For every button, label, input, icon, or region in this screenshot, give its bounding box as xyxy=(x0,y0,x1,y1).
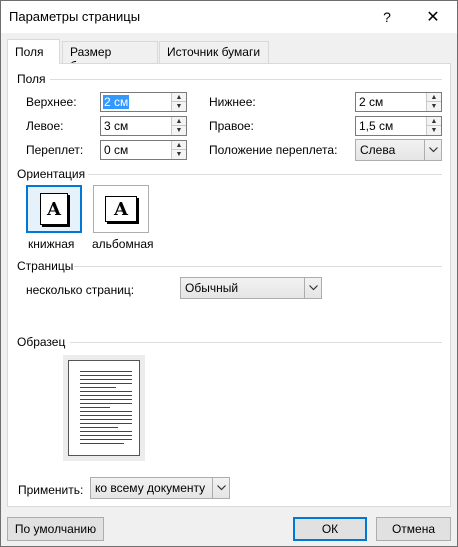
preview-page xyxy=(68,360,140,456)
tab-label: Источник бумаги xyxy=(167,45,261,59)
left-margin-label: Левое: xyxy=(26,119,64,133)
bottom-margin-label: Нижнее: xyxy=(209,95,256,109)
tab-margins[interactable]: Поля xyxy=(7,39,60,64)
gutter-value[interactable]: 0 см xyxy=(104,143,128,157)
right-margin-value[interactable]: 1,5 см xyxy=(359,119,393,133)
down-arrow-icon[interactable]: ▼ xyxy=(171,126,186,135)
ok-button[interactable]: ОК xyxy=(293,517,367,541)
up-arrow-icon[interactable]: ▲ xyxy=(171,117,186,126)
multiple-pages-select[interactable]: Обычный xyxy=(180,277,322,299)
top-margin-value[interactable]: 2 см xyxy=(103,95,130,109)
divider xyxy=(70,342,442,343)
down-arrow-icon[interactable]: ▼ xyxy=(426,102,441,111)
multiple-pages-value: Обычный xyxy=(185,281,239,295)
up-arrow-icon[interactable]: ▲ xyxy=(171,93,186,102)
gutter-position-label: Положение переплета: xyxy=(209,143,338,157)
cancel-button[interactable]: Отмена xyxy=(376,517,451,541)
apply-to-value: ко всему документу xyxy=(95,481,206,495)
portrait-label[interactable]: книжная xyxy=(28,237,74,251)
preview-section-title: Образец xyxy=(17,335,66,349)
portrait-button[interactable]: A xyxy=(26,185,82,233)
down-arrow-icon[interactable]: ▼ xyxy=(171,102,186,111)
right-margin-spinner[interactable]: 1,5 см ▲ ▼ xyxy=(355,116,442,136)
portrait-icon-letter: A xyxy=(47,198,61,220)
landscape-label[interactable]: альбомная xyxy=(92,237,154,251)
left-margin-spinner[interactable]: 3 см ▲ ▼ xyxy=(100,116,187,136)
margins-section-title: Поля xyxy=(17,72,46,86)
preview-area xyxy=(63,355,145,461)
divider xyxy=(50,79,442,80)
divider xyxy=(88,174,442,175)
gutter-position-select[interactable]: Слева xyxy=(355,139,442,161)
apply-to-label: Применить: xyxy=(18,483,84,497)
down-arrow-icon[interactable]: ▼ xyxy=(171,150,186,159)
bottom-margin-value[interactable]: 2 см xyxy=(359,95,383,109)
up-arrow-icon[interactable]: ▲ xyxy=(171,141,186,150)
chevron-down-icon[interactable] xyxy=(304,278,321,298)
tab-paper-size[interactable]: Размер бумаги xyxy=(62,41,158,73)
tab-panel-margins: Поля Верхнее: 2 см ▲ ▼ Нижнее: 2 см ▲ ▼ … xyxy=(7,63,451,507)
up-arrow-icon[interactable]: ▲ xyxy=(426,93,441,102)
portrait-page-icon: A xyxy=(40,193,68,225)
set-default-button[interactable]: По умолчанию xyxy=(7,517,104,541)
dialog-title: Параметры страницы xyxy=(9,9,141,24)
landscape-button[interactable]: A xyxy=(93,185,149,233)
bottom-margin-spinner[interactable]: 2 см ▲ ▼ xyxy=(355,92,442,112)
chevron-down-icon[interactable] xyxy=(212,478,229,498)
landscape-page-icon: A xyxy=(105,196,137,222)
left-margin-value[interactable]: 3 см xyxy=(104,119,128,133)
close-button[interactable]: ✕ xyxy=(411,1,455,33)
top-margin-spinner[interactable]: 2 см ▲ ▼ xyxy=(100,92,187,112)
multiple-pages-label: несколько страниц: xyxy=(26,283,135,297)
pages-section-title: Страницы xyxy=(17,259,74,273)
divider xyxy=(74,266,442,267)
top-margin-label: Верхнее: xyxy=(26,95,77,109)
gutter-label: Переплет: xyxy=(26,143,84,157)
down-arrow-icon[interactable]: ▼ xyxy=(426,126,441,135)
gutter-spinner[interactable]: 0 см ▲ ▼ xyxy=(100,140,187,160)
title-bar: Параметры страницы ? ✕ xyxy=(1,1,457,33)
help-button[interactable]: ? xyxy=(365,1,409,33)
landscape-icon-letter: A xyxy=(114,198,128,220)
orientation-section-title: Ориентация xyxy=(17,167,86,181)
gutter-position-value: Слева xyxy=(360,143,396,157)
apply-to-select[interactable]: ко всему документу xyxy=(90,477,230,499)
up-arrow-icon[interactable]: ▲ xyxy=(426,117,441,126)
tab-paper-source[interactable]: Источник бумаги xyxy=(159,41,269,63)
right-margin-label: Правое: xyxy=(209,119,254,133)
page-setup-dialog: Параметры страницы ? ✕ Поля Размер бумаг… xyxy=(0,0,458,547)
tab-label: Поля xyxy=(15,45,44,59)
chevron-down-icon[interactable] xyxy=(424,140,441,160)
